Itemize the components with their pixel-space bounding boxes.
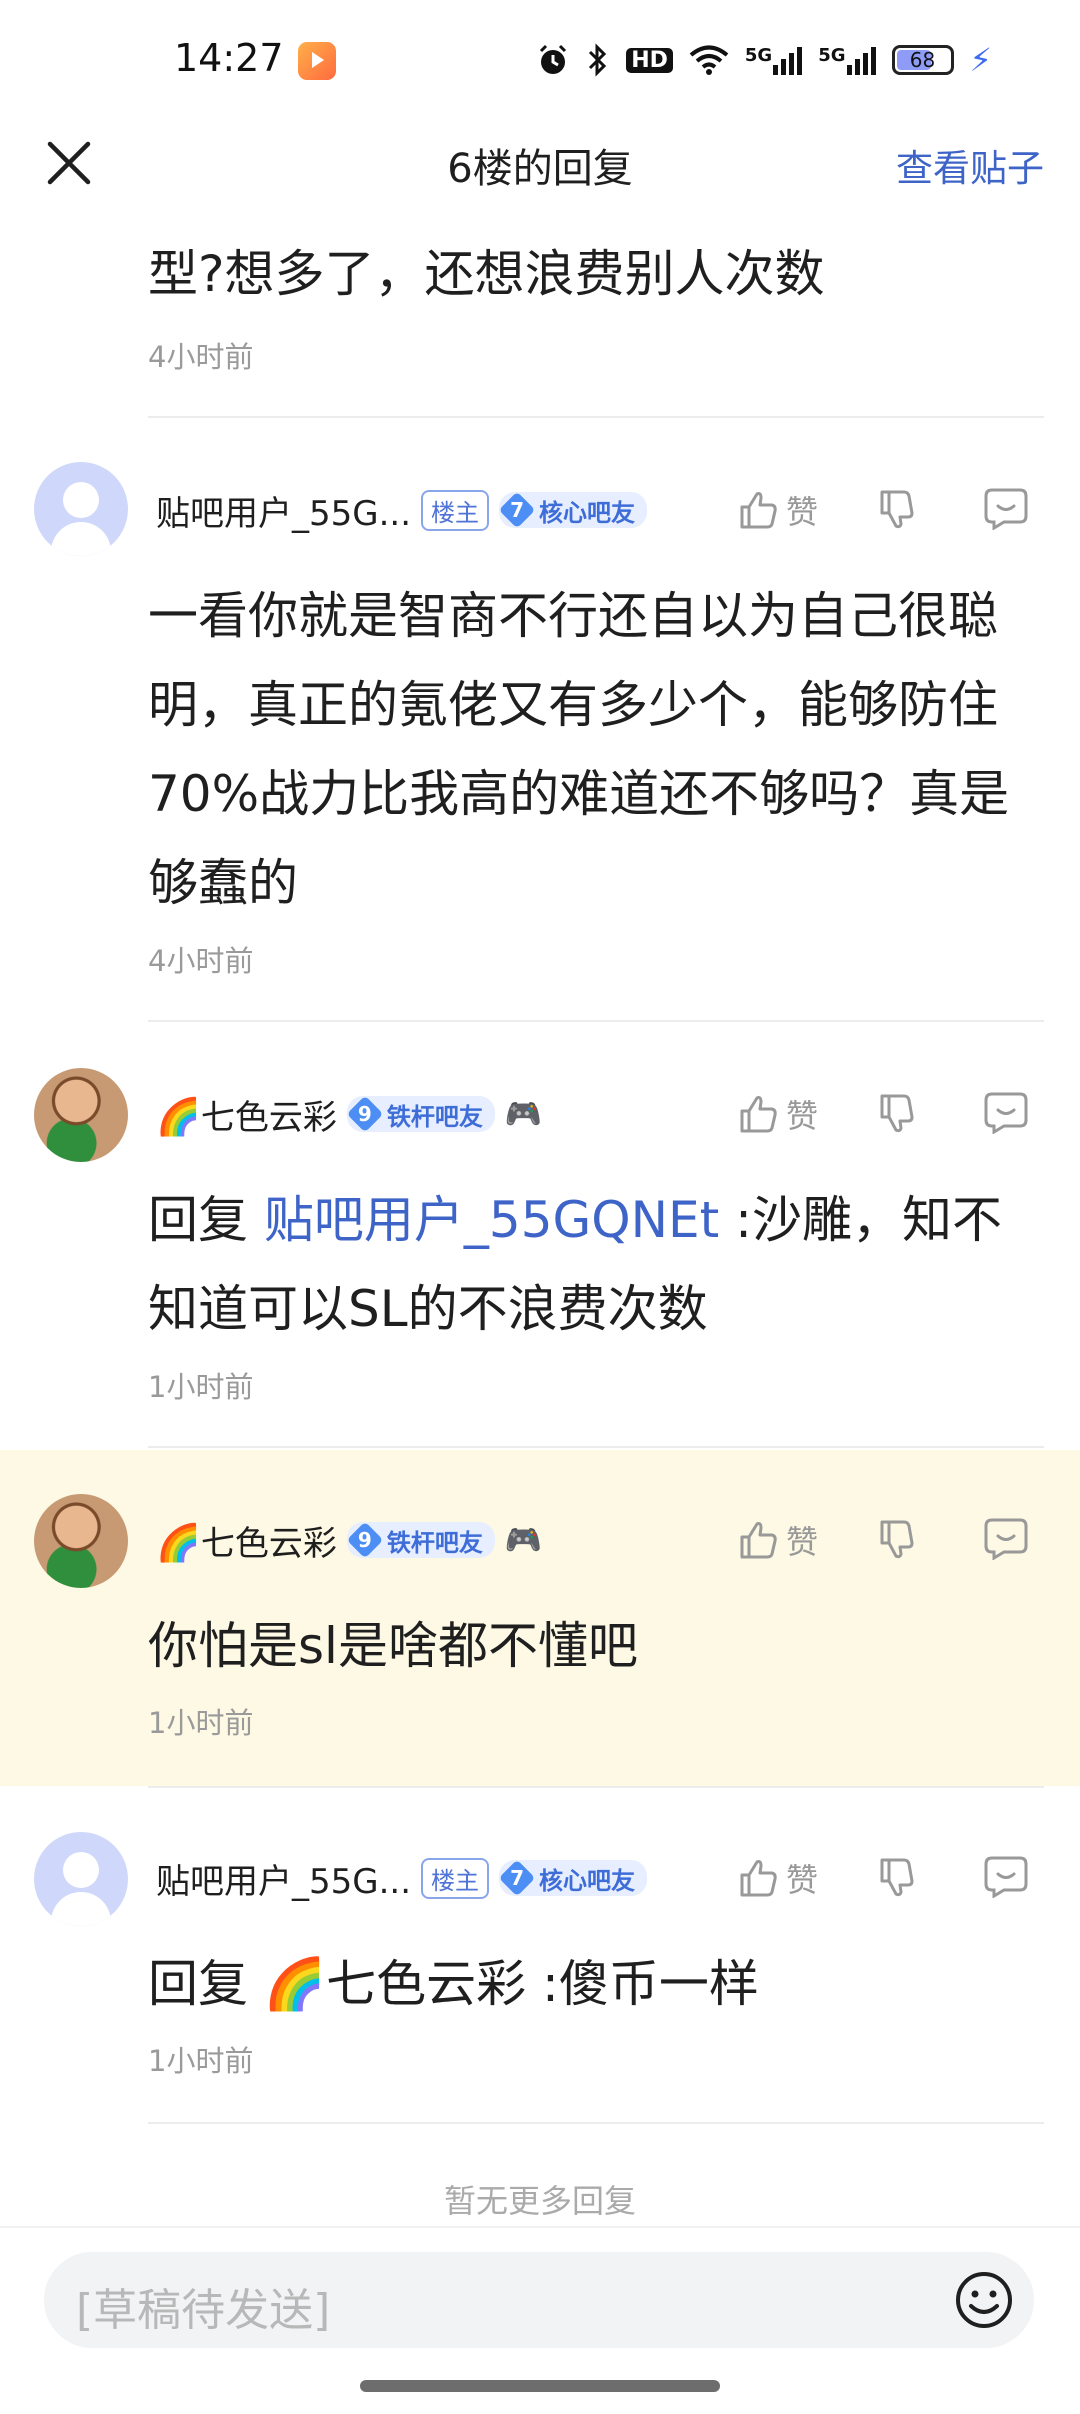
reply-content: 一看你就是智商不行还自以为自己很聪明，真正的氪佬又有多少个，能够防住70%战力比… <box>148 587 1010 912</box>
bluetooth-icon <box>586 42 610 78</box>
comment-icon <box>984 1092 1028 1135</box>
reply-actions: 赞 <box>736 1086 1036 1142</box>
avatar[interactable] <box>34 1068 128 1162</box>
signal-5g-icon: 5G <box>745 45 803 75</box>
charging-icon: ⚡ <box>969 41 992 79</box>
avatar[interactable] <box>34 1494 128 1588</box>
level-badge: 9 铁杆吧友 <box>346 1096 495 1132</box>
status-icons: HD 5G 5G 68 ⚡ <box>536 38 992 82</box>
home-indicator[interactable] <box>360 2380 720 2392</box>
comment-icon <box>984 1518 1028 1561</box>
mention-link[interactable]: 贴吧用户_55GQNEt <box>264 1191 719 1249</box>
thumbs-up-icon <box>740 1860 777 1897</box>
dislike-button[interactable] <box>876 486 920 534</box>
alarm-icon <box>536 43 570 77</box>
reply-actions: 赞 <box>736 1850 1036 1906</box>
reply-input[interactable]: [草稿待发送] <box>44 2252 1034 2348</box>
level-title: 铁杆吧友 <box>386 1528 483 1557</box>
thumbs-up-icon <box>740 1096 777 1133</box>
wifi-icon <box>689 44 729 76</box>
op-badge: 楼主 <box>421 489 490 531</box>
divider <box>148 1446 1044 1448</box>
avatar[interactable] <box>34 1832 128 1926</box>
top-nav: 6楼的回复 查看贴子 <box>0 118 1080 208</box>
comment-button[interactable] <box>982 1516 1030 1564</box>
reply-actions: 赞 <box>736 1512 1036 1568</box>
battery-icon: 68 <box>891 45 954 75</box>
reply-content: 型?想多了，还想浪费别人次数 <box>148 245 825 303</box>
reply-time: 1小时前 <box>148 1706 254 1740</box>
reply-header: 贴吧用户_55G... 楼主 7 核心吧友 <box>156 1850 648 1906</box>
level-title: 核心吧友 <box>539 1866 636 1895</box>
like-button[interactable]: 赞 <box>736 1517 818 1563</box>
battery-level: 68 <box>909 48 936 72</box>
reply-time: 4小时前 <box>148 944 254 978</box>
level-gem-icon: 9 <box>347 1096 383 1132</box>
dislike-button[interactable] <box>876 1516 920 1564</box>
divider <box>148 416 1044 418</box>
medal-icon: 🎮 <box>504 1522 543 1558</box>
comment-button[interactable] <box>982 1090 1030 1138</box>
comment-button[interactable] <box>982 1854 1030 1902</box>
status-bar: 14:27 HD 5G 5G 68 ⚡ <box>0 0 1080 120</box>
level-badge: 7 核心吧友 <box>499 1860 648 1896</box>
reply-time: 1小时前 <box>148 2044 254 2078</box>
like-button[interactable]: 赞 <box>736 1091 818 1137</box>
level-badge: 7 核心吧友 <box>499 492 648 528</box>
thumbs-down-icon <box>880 1520 914 1559</box>
level-gem-icon: 7 <box>499 1860 535 1896</box>
emoji-button[interactable] <box>954 2270 1014 2330</box>
thumbs-down-icon <box>880 490 914 529</box>
no-more-replies: 暂无更多回复 <box>443 2182 636 2220</box>
reply-header: 贴吧用户_55G... 楼主 7 核心吧友 <box>156 482 648 538</box>
thumbs-down-icon <box>880 1094 914 1133</box>
op-badge: 楼主 <box>421 1857 490 1899</box>
reply-header: 🌈七色云彩 9 铁杆吧友 🎮 <box>156 1086 542 1142</box>
divider <box>148 2122 1044 2124</box>
signal-5g-icon: 5G <box>818 45 876 75</box>
reply-content: 你怕是sl是啥都不懂吧 <box>148 1617 638 1675</box>
level-gem-icon: 9 <box>347 1522 383 1558</box>
dislike-button[interactable] <box>876 1854 920 1902</box>
reply-header: 🌈七色云彩 9 铁杆吧友 🎮 <box>156 1512 542 1568</box>
username[interactable]: 🌈七色云彩 <box>156 1516 337 1565</box>
level-gem-icon: 7 <box>499 492 535 528</box>
username[interactable]: 贴吧用户_55G... <box>156 1854 411 1903</box>
divider <box>148 1020 1044 1022</box>
thumbs-down-icon <box>880 1858 914 1897</box>
level-badge: 9 铁杆吧友 <box>346 1522 495 1558</box>
like-button[interactable]: 赞 <box>736 487 818 533</box>
thumbs-up-icon <box>740 492 777 529</box>
hd-icon: HD <box>626 47 673 73</box>
reply-content: 回复 贴吧用户_55GQNEt :沙雕，知不知道可以SL的不浪费次数 <box>148 1191 1002 1338</box>
dislike-button[interactable] <box>876 1090 920 1138</box>
reply-time: 1小时前 <box>148 1370 254 1404</box>
reply-actions: 赞 <box>736 482 1036 538</box>
video-app-icon <box>298 42 336 80</box>
reply-time: 4小时前 <box>148 340 254 374</box>
level-title: 铁杆吧友 <box>386 1102 483 1131</box>
reply-content: 回复 🌈七色云彩 :傻币一样 <box>148 1955 759 2013</box>
view-post-link[interactable]: 查看贴子 <box>896 138 1044 192</box>
thumbs-up-icon <box>740 1522 777 1559</box>
like-button[interactable]: 赞 <box>736 1855 818 1901</box>
medal-icon: 🎮 <box>504 1096 543 1132</box>
comment-icon <box>984 1856 1028 1899</box>
username[interactable]: 🌈七色云彩 <box>156 1090 337 1139</box>
comment-button[interactable] <box>982 486 1030 534</box>
emoji-icon <box>956 2272 1012 2328</box>
username[interactable]: 贴吧用户_55G... <box>156 486 411 535</box>
status-time: 14:27 <box>174 36 284 80</box>
draft-placeholder: [草稿待发送] <box>76 2285 331 2336</box>
avatar[interactable] <box>34 462 128 556</box>
comment-icon <box>984 488 1028 531</box>
level-title: 核心吧友 <box>539 498 636 527</box>
divider <box>148 1786 1044 1788</box>
